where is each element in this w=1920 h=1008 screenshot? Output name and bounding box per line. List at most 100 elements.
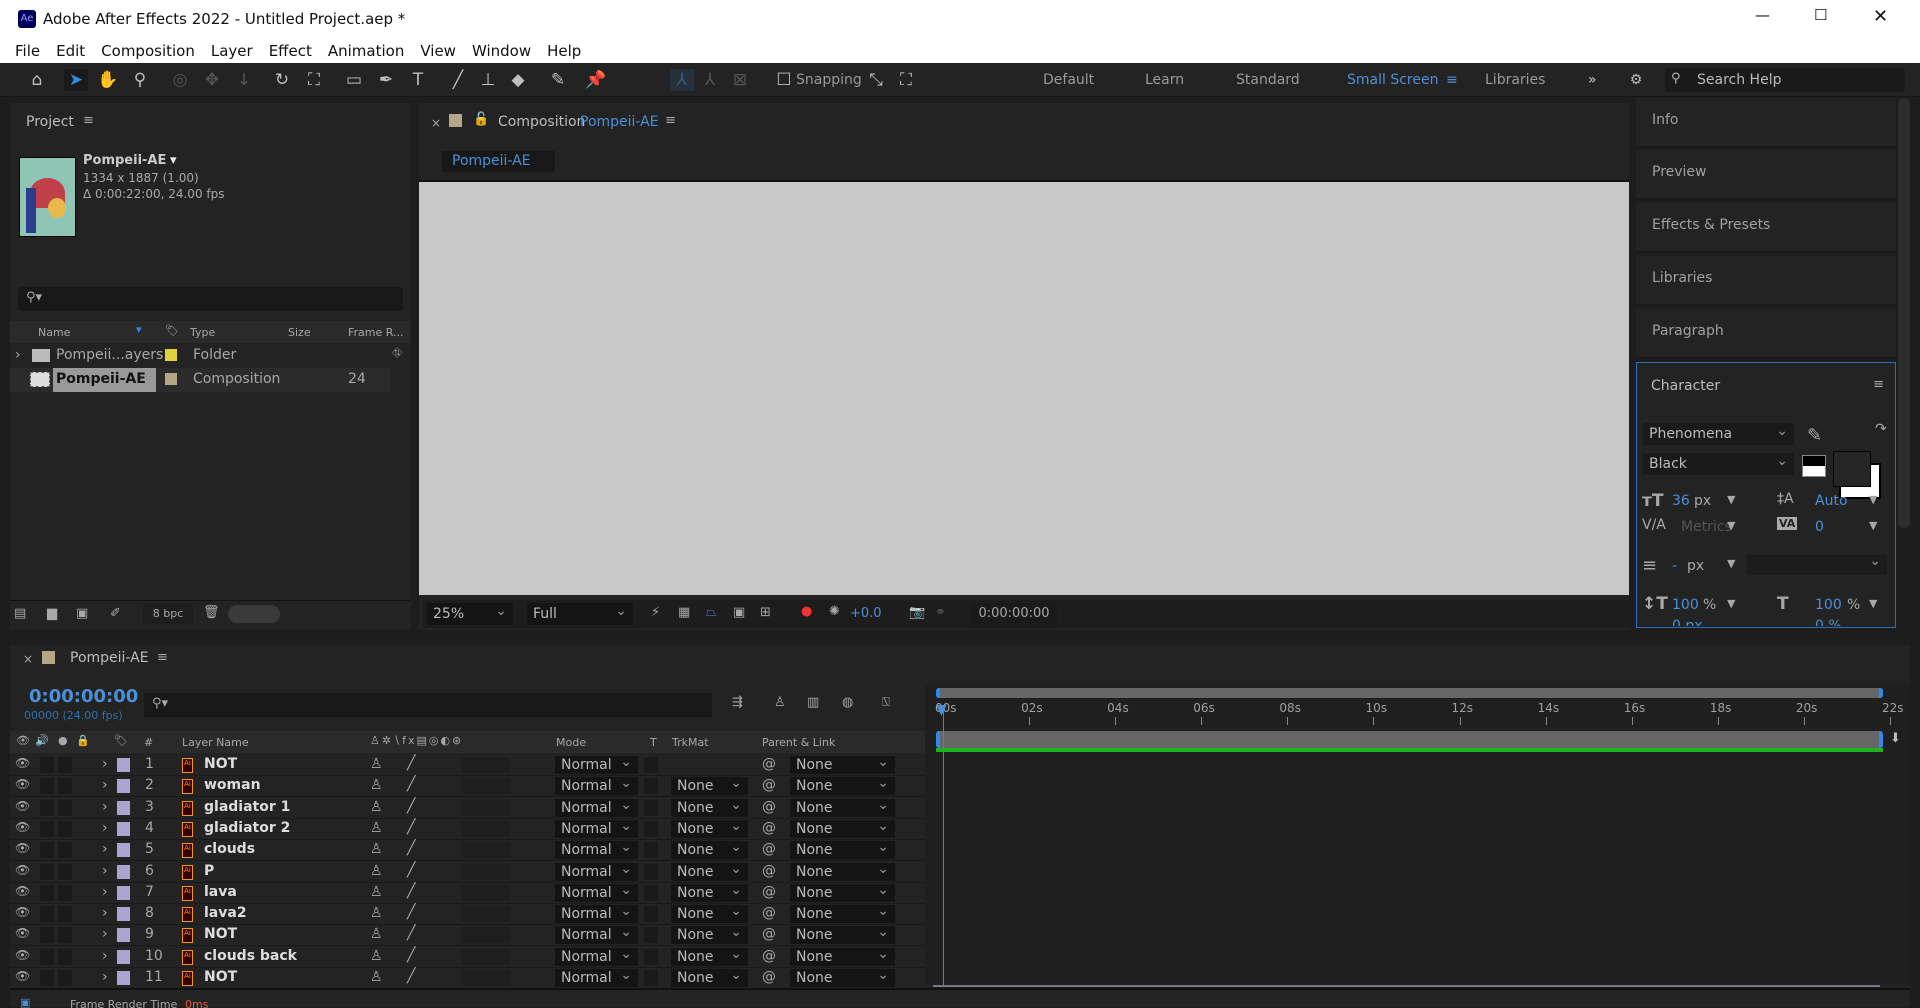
lock-toggle[interactable] (58, 948, 72, 965)
panel-libraries[interactable]: Libraries (1636, 256, 1896, 306)
expand-chevron-icon[interactable]: › (102, 799, 108, 815)
solo-toggle[interactable] (40, 948, 54, 965)
shy-switch-icon[interactable]: ♙ (370, 969, 383, 985)
comp-marker-bin-icon[interactable]: ⬇ (1890, 731, 1901, 746)
layer-name[interactable]: lava (204, 884, 237, 900)
more-workspaces-icon[interactable]: » (1588, 72, 1597, 88)
solo-toggle[interactable] (40, 820, 54, 837)
menu-help[interactable]: Help (547, 42, 581, 60)
menu-file[interactable]: File (15, 42, 40, 60)
font-style-dropdown[interactable]: Black (1643, 450, 1794, 475)
mode-dropdown[interactable]: Normal (555, 945, 638, 966)
panel-paragraph[interactable]: Paragraph (1636, 309, 1896, 359)
expand-chevron-icon[interactable]: › (102, 884, 108, 900)
mode-dropdown[interactable]: Normal (555, 796, 638, 817)
layer-name[interactable]: clouds (204, 841, 255, 857)
layer-name[interactable]: clouds back (204, 948, 297, 964)
expand-chevron-icon[interactable]: › (102, 841, 108, 857)
video-switch-icon[interactable]: 👁 (16, 734, 30, 747)
shy-switch-icon[interactable]: ♙ (370, 884, 383, 900)
vertical-scale-value[interactable]: 100 (1672, 597, 1699, 613)
parent-dropdown[interactable]: None (790, 753, 895, 774)
switch-cells[interactable] (462, 863, 510, 880)
expand-chevron-icon[interactable]: › (102, 777, 108, 793)
layer-label-color[interactable] (117, 843, 130, 858)
eye-visibility-icon[interactable]: 👁 (15, 948, 30, 962)
dropdown-arrow-icon[interactable]: ▼ (1869, 519, 1877, 532)
workspace-settings-icon[interactable]: ⚙ (1624, 69, 1648, 91)
timeline-search-input[interactable]: ⚲▾ (144, 693, 712, 717)
exposure-reset-icon[interactable]: ✺ (829, 604, 840, 619)
lock-toggle[interactable] (58, 906, 72, 923)
bit-depth-button[interactable]: 8 bpc (143, 604, 193, 624)
parent-dropdown[interactable]: None (790, 860, 895, 881)
workspace-menu-icon[interactable]: ≡ (1446, 72, 1458, 88)
current-time[interactable]: 0:00:00:00 (29, 686, 138, 707)
pick-whip-icon[interactable]: @ (762, 905, 776, 921)
eye-visibility-icon[interactable]: 👁 (15, 905, 30, 919)
mode-dropdown[interactable]: Normal (555, 902, 638, 924)
col-size[interactable]: Size (288, 326, 311, 339)
fill-color-swatch[interactable] (1833, 451, 1871, 487)
shy-switch-icon[interactable]: ♙ (370, 863, 383, 879)
preserve-transparency-toggle[interactable] (644, 757, 658, 773)
mode-dropdown[interactable]: Normal (555, 966, 638, 987)
current-time-display[interactable]: 0:00:00:00 (971, 603, 1057, 625)
eye-visibility-icon[interactable]: 👁 (15, 969, 30, 983)
project-search-input[interactable]: ⚲▾ (18, 287, 403, 311)
lock-toggle[interactable] (58, 778, 72, 795)
flowchart-icon[interactable]: ⛗ (392, 346, 402, 361)
solo-toggle[interactable] (40, 927, 54, 944)
workspace-small-screen[interactable]: Small Screen (1347, 72, 1438, 88)
preserve-transparency-toggle[interactable] (644, 884, 658, 901)
magnification-dropdown[interactable]: 25% (427, 600, 513, 625)
trkmat-dropdown[interactable]: None (671, 817, 748, 838)
home-icon[interactable]: ⌂ (25, 69, 49, 91)
frame-blending-icon[interactable]: ▥ (807, 695, 819, 710)
transparency-grid-icon[interactable]: ▦ (678, 605, 690, 620)
solo-toggle[interactable] (40, 906, 54, 923)
switch-cells[interactable] (462, 906, 510, 923)
switch-cells[interactable] (462, 820, 510, 837)
quality-switch-icon[interactable]: ╱ (407, 968, 415, 984)
switch-cells[interactable] (462, 927, 510, 944)
eye-visibility-icon[interactable]: 👁 (15, 863, 30, 877)
parent-dropdown[interactable]: None (790, 838, 895, 860)
mode-dropdown[interactable]: Normal (555, 838, 638, 860)
dropdown-arrow-icon[interactable]: ▼ (1727, 557, 1735, 570)
resolution-dropdown[interactable]: Full (527, 600, 633, 625)
parent-dropdown[interactable]: None (790, 881, 895, 902)
puppet-pin-icon[interactable]: 📌 (584, 69, 608, 91)
snapping-checkbox[interactable]: ☐ (772, 69, 796, 91)
lock-toggle[interactable] (58, 884, 72, 901)
preserve-transparency-toggle[interactable] (644, 948, 658, 965)
maximize-button[interactable]: ☐ (1814, 6, 1827, 24)
expand-chevron-icon[interactable]: › (102, 969, 108, 985)
parent-dropdown[interactable]: None (790, 945, 895, 966)
shy-switch-icon[interactable]: ♙ (370, 948, 383, 964)
solo-toggle[interactable] (40, 778, 54, 795)
mode-dropdown[interactable]: Normal (555, 923, 638, 945)
pick-whip-icon[interactable]: @ (762, 820, 776, 836)
pan-camera-icon[interactable]: ✥ (200, 69, 224, 91)
layer-label-color[interactable] (117, 779, 130, 794)
eye-visibility-icon[interactable]: 👁 (15, 756, 30, 770)
pick-whip-icon[interactable]: @ (762, 777, 776, 793)
shy-switch-icon[interactable]: ♙ (370, 926, 383, 942)
switch-cells[interactable] (462, 757, 510, 773)
leading-value[interactable]: Auto (1815, 493, 1848, 509)
quality-switch-icon[interactable]: ╱ (407, 776, 415, 792)
shy-switch-icon[interactable]: ♙ (370, 756, 383, 772)
new-folder-icon[interactable]: ▆ (47, 606, 57, 621)
switch-cells[interactable] (462, 948, 510, 965)
pick-whip-icon[interactable]: @ (762, 926, 776, 942)
audio-switch-icon[interactable]: 🔊 (35, 734, 49, 747)
layer-name[interactable]: woman (204, 777, 261, 793)
solo-toggle[interactable] (40, 884, 54, 901)
minimize-button[interactable]: — (1755, 6, 1770, 24)
layer-label-color[interactable] (117, 864, 130, 879)
quality-switch-icon[interactable]: ╱ (407, 883, 415, 899)
solo-toggle[interactable] (40, 757, 54, 773)
dropdown-arrow-icon[interactable]: ▼ (1727, 597, 1735, 610)
zoom-tool-icon[interactable]: ⚲ (128, 69, 152, 91)
